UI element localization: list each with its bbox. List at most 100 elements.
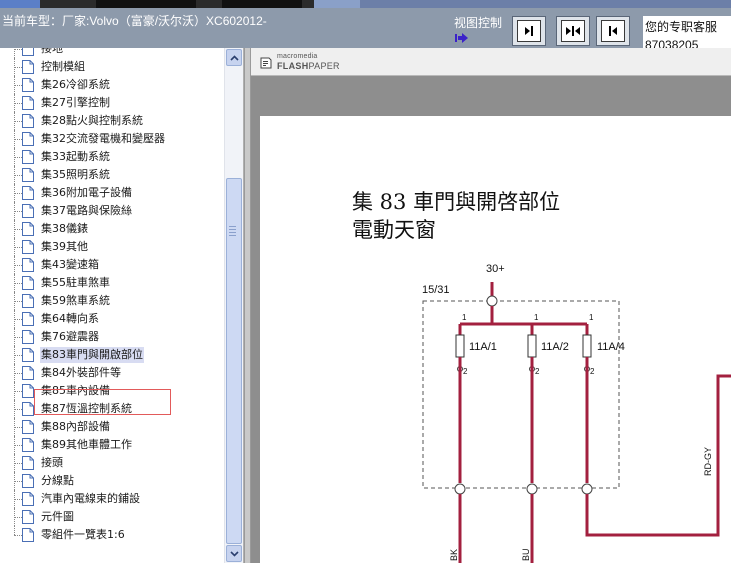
tree-item[interactable]: 控制模組 <box>0 58 224 76</box>
tree-item[interactable]: 集39其他 <box>0 238 224 256</box>
top-window-strip <box>0 0 731 8</box>
tree-item-label: 集89其他車體工作 <box>41 438 132 451</box>
next-page-button[interactable] <box>512 16 546 46</box>
fuse-box-outline <box>422 300 620 489</box>
tree-item-label: 接地 <box>41 48 63 55</box>
fuse3-body <box>582 334 592 358</box>
pane-splitter[interactable] <box>244 48 251 563</box>
tree-item-label: 集26冷卻系統 <box>41 78 110 91</box>
tree-item[interactable]: 集89其他車體工作 <box>0 436 224 454</box>
tree-branch-line <box>14 229 22 230</box>
tree-item-label: 集76避震器 <box>41 330 99 343</box>
document-icon <box>22 366 34 380</box>
wire-label-bu: BU <box>521 548 531 561</box>
tree-item[interactable]: 集33起動系統 <box>0 148 224 166</box>
tree-item-label: 集83車門與開啟部位 <box>40 347 144 363</box>
document-icon <box>22 78 34 92</box>
tree-item[interactable]: 元件圖 <box>0 508 224 526</box>
app-window: 当前车型：厂家:Volvo（富豪/沃尔沃）XC602012- 视图控制 您的专职… <box>0 0 731 563</box>
wiring-diagram: 30+ 15/31 1 1 1 11A/1 11A/2 11A/4 2 2 2 … <box>422 263 731 563</box>
tree-item[interactable]: 集55駐車煞車 <box>0 274 224 292</box>
support-title: 您的专职客服 <box>645 20 718 34</box>
tree-item-label: 接頭 <box>41 456 63 469</box>
tree-item[interactable]: 集32交流發電機和變壓器 <box>0 130 224 148</box>
fit-page-button[interactable] <box>556 16 590 46</box>
tree-item[interactable]: 集28點火與控制系統 <box>0 112 224 130</box>
page-prev-icon <box>609 26 617 36</box>
previous-page-button[interactable] <box>596 16 630 46</box>
tree-item[interactable]: 集83車門與開啟部位 <box>0 346 224 364</box>
document-icon <box>22 312 34 326</box>
header-bar: 当前车型：厂家:Volvo（富豪/沃尔沃）XC602012- 视图控制 您的专职… <box>0 8 731 56</box>
tree-item[interactable]: 集76避震器 <box>0 328 224 346</box>
document-icon <box>22 168 34 182</box>
tree-item-label: 集37電路與保險絲 <box>41 204 132 217</box>
tree-branch-line <box>14 535 22 536</box>
tree-branch-line <box>14 481 22 482</box>
tree-branch-line <box>14 265 22 266</box>
tree-item[interactable]: 集37電路與保險絲 <box>0 202 224 220</box>
document-icon <box>22 348 34 362</box>
tree-branch-line <box>14 157 22 158</box>
wire-label-rdgy: RD-GY <box>703 447 713 476</box>
view-control-label: 视图控制 <box>454 16 503 30</box>
tree-item[interactable]: 接地 <box>0 48 224 58</box>
tree-branch-line <box>14 463 22 464</box>
tree-branch-line <box>14 85 22 86</box>
tree-item-label: 元件圖 <box>41 510 74 523</box>
tree-item[interactable]: 零組件一覽表1:6 <box>0 526 224 544</box>
brand-bold: FLASH <box>277 61 309 71</box>
tree-item-label: 集59煞車系統 <box>41 294 110 307</box>
tree-item[interactable]: 集26冷卻系統 <box>0 76 224 94</box>
tree-item-label: 集28點火與控制系統 <box>41 114 143 127</box>
tree-item[interactable]: 集35照明系統 <box>0 166 224 184</box>
tree-item[interactable]: 集59煞車系統 <box>0 292 224 310</box>
document-viewer: macromedia FLASHPAPER 集 83 車門與開啓部位 電動天窗 … <box>251 48 731 563</box>
scroll-up-button[interactable] <box>226 49 242 66</box>
tree-item[interactable]: 集38儀錶 <box>0 220 224 238</box>
document-icon <box>22 420 34 434</box>
document-icon <box>22 132 34 146</box>
tree-item[interactable]: 集43變速箱 <box>0 256 224 274</box>
tree-item-label: 集38儀錶 <box>41 222 88 235</box>
tree-branch-line <box>14 337 22 338</box>
sidebar-scrollbar[interactable] <box>224 48 243 563</box>
tree-item-label: 零組件一覽表1:6 <box>41 528 125 541</box>
fuse1-body <box>455 334 465 358</box>
tree-branch-line <box>14 499 22 500</box>
tree-item[interactable]: 集84外裝部件等 <box>0 364 224 382</box>
tree-item[interactable]: 接頭 <box>0 454 224 472</box>
tree-list: 接地控制模組集26冷卻系統集27引擎控制集28點火與控制系統集32交流發電機和變… <box>0 48 224 544</box>
document-page: 集 83 車門與開啓部位 電動天窗 30+ 15/31 1 1 1 11A/1 … <box>260 116 731 563</box>
tree-branch-line <box>14 391 22 392</box>
tree-item[interactable]: 汽車內電線束的鋪設 <box>0 490 224 508</box>
tree-item[interactable]: 集88內部設備 <box>0 418 224 436</box>
document-icon <box>22 60 34 74</box>
scroll-down-button[interactable] <box>226 545 242 562</box>
power-label: 30+ <box>486 263 505 275</box>
page-fit-icon <box>566 26 580 36</box>
document-icon <box>22 96 34 110</box>
tree-item-label: 集35照明系統 <box>41 168 110 181</box>
wire-label-bk: BK <box>449 549 459 561</box>
tree-item-label: 集39其他 <box>41 240 88 253</box>
fuse3-output-node <box>581 483 593 495</box>
tree-branch-line <box>14 247 22 248</box>
document-icon <box>22 528 34 542</box>
fuse1-pin1: 1 <box>462 313 467 322</box>
tree-item[interactable]: 集36附加電子設備 <box>0 184 224 202</box>
tree-item[interactable]: 分線點 <box>0 472 224 490</box>
tree-item[interactable]: 集27引擎控制 <box>0 94 224 112</box>
tree-item[interactable]: 集64轉向系 <box>0 310 224 328</box>
document-icon <box>22 438 34 452</box>
document-icon <box>22 402 34 416</box>
fuse2-label: 11A/2 <box>541 341 569 353</box>
viewer-toolbar: macromedia FLASHPAPER <box>251 48 731 76</box>
brand-rest: PAPER <box>308 61 340 71</box>
document-icon <box>22 222 34 236</box>
tree-branch-line <box>14 319 22 320</box>
tree-item-label: 集43變速箱 <box>41 258 99 271</box>
tree-item-label: 集88內部設備 <box>41 420 110 433</box>
page-next-icon <box>525 26 533 36</box>
flashpaper-logo-icon <box>260 57 272 69</box>
